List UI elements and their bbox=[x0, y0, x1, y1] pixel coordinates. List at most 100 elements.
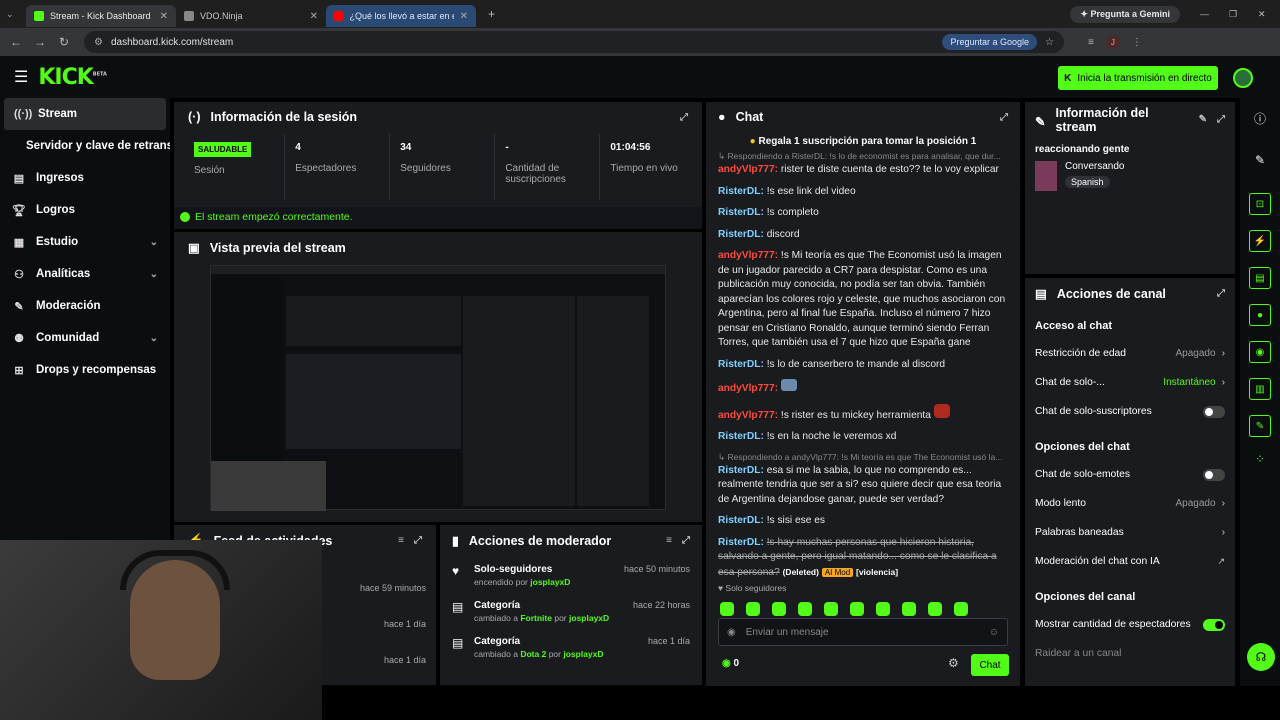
pencil-icon[interactable]: ✎ bbox=[1240, 153, 1280, 167]
sidebar-item-stream[interactable]: ((·)) Stream bbox=[4, 98, 166, 130]
close-icon[interactable]: ✕ bbox=[160, 11, 168, 22]
chat-username[interactable]: andyVlp777: bbox=[718, 164, 778, 175]
sidebar-item-ingresos[interactable]: ▤ Ingresos bbox=[0, 162, 170, 194]
avatar[interactable] bbox=[1233, 68, 1253, 88]
tab-kick-dashboard[interactable]: Stream - Kick Dashboard ✕ bbox=[26, 5, 176, 27]
slow-mode-row[interactable]: Modo lento Apagado › bbox=[1035, 489, 1225, 518]
stat-label: Seguidores bbox=[400, 163, 451, 174]
new-tab-icon[interactable]: + bbox=[488, 7, 495, 21]
wrench-icon[interactable]: ✎ bbox=[1249, 415, 1271, 437]
reload-icon[interactable]: ↻ bbox=[52, 35, 76, 49]
close-icon[interactable]: ✕ bbox=[460, 11, 468, 22]
popout-icon[interactable]: ⤢ bbox=[414, 535, 422, 546]
category-icon: ▤ bbox=[452, 636, 464, 650]
age-restriction-row[interactable]: Restricción de edad Apagado › bbox=[1035, 339, 1225, 368]
chat-username[interactable]: RisterDL: bbox=[718, 186, 764, 197]
subs-chat-toggle[interactable] bbox=[1203, 405, 1225, 418]
sidebar-item-estudio[interactable]: ▦ Estudio ⌄ bbox=[0, 226, 170, 258]
media-icon[interactable]: ≡ bbox=[1088, 37, 1094, 48]
clip-icon[interactable]: ⊡ bbox=[1249, 193, 1271, 215]
apps-icon[interactable]: ⁘ bbox=[1240, 452, 1280, 466]
show-viewers-toggle[interactable] bbox=[1203, 618, 1225, 631]
filter-icon[interactable]: ≡ bbox=[398, 535, 404, 546]
list-icon[interactable]: ▤ bbox=[1249, 267, 1271, 289]
preview-session bbox=[286, 296, 461, 346]
chat-username[interactable]: RisterDL: bbox=[718, 207, 764, 218]
menu-icon[interactable]: ⋮ bbox=[1132, 37, 1142, 48]
followers-chat-row[interactable]: Chat de solo-... Instantáneo › bbox=[1035, 368, 1225, 397]
kick-logo[interactable]: KICKBETA bbox=[38, 65, 107, 90]
edit-icon[interactable]: ✎ bbox=[1199, 114, 1207, 125]
tab-list-icon[interactable]: ⌄ bbox=[6, 9, 26, 20]
profile-icon[interactable]: J bbox=[1105, 35, 1120, 49]
chat-username[interactable]: andyVlp777: bbox=[718, 250, 778, 261]
emote-icon[interactable] bbox=[746, 602, 760, 616]
action-user[interactable]: josplayxD bbox=[563, 649, 603, 659]
site-info-icon[interactable]: ⚙ bbox=[94, 37, 103, 48]
bookmark-star-icon[interactable]: ☆ bbox=[1045, 37, 1054, 48]
chat-username[interactable]: RisterDL: bbox=[718, 515, 764, 526]
settings-gear-icon[interactable]: ⚙ bbox=[948, 656, 959, 670]
emote-icon[interactable] bbox=[720, 602, 734, 616]
emote-icon[interactable] bbox=[772, 602, 786, 616]
shield-icon: ◉ bbox=[727, 626, 736, 638]
ai-mod-row[interactable]: Moderación del chat con IA ↗ bbox=[1035, 547, 1225, 576]
emote-icon[interactable] bbox=[928, 602, 942, 616]
popout-icon[interactable]: ⤢ bbox=[682, 535, 690, 546]
hamburger-menu-icon[interactable]: ☰ bbox=[14, 67, 28, 87]
emote-icon[interactable] bbox=[902, 602, 916, 616]
emote-icon[interactable] bbox=[824, 602, 838, 616]
filter-icon[interactable]: ≡ bbox=[666, 535, 672, 546]
emote-icon[interactable] bbox=[876, 602, 890, 616]
popout-icon[interactable]: ⤢ bbox=[1217, 114, 1225, 125]
chat-username[interactable]: andyVlp777: bbox=[718, 383, 778, 394]
tab-vdo-ninja[interactable]: VDO.Ninja ✕ bbox=[176, 5, 326, 27]
support-button[interactable]: ☊ bbox=[1247, 643, 1275, 671]
maximize-icon[interactable]: ❐ bbox=[1229, 9, 1237, 20]
sidebar-item-analiticas[interactable]: ⚇ Analíticas ⌄ bbox=[0, 258, 170, 290]
popout-icon[interactable]: ⤢ bbox=[680, 112, 688, 123]
send-chat-button[interactable]: Chat bbox=[971, 654, 1009, 676]
popout-icon[interactable]: ⤢ bbox=[1000, 112, 1008, 123]
tab-youtube[interactable]: ¿Qué los llevó a estar en el infie ✕ bbox=[326, 5, 476, 27]
sidebar-item-drops[interactable]: ⊞ Drops y recompensas bbox=[0, 354, 170, 386]
emote-icon[interactable] bbox=[798, 602, 812, 616]
emote-icon[interactable] bbox=[850, 602, 864, 616]
channel-icon[interactable]: ▥ bbox=[1249, 378, 1271, 400]
pinned-message[interactable]: ● Regala 1 suscripción para tomar la pos… bbox=[718, 136, 1008, 147]
ask-google-button[interactable]: Preguntar a Google bbox=[942, 34, 1038, 50]
back-icon[interactable]: ← bbox=[4, 35, 28, 49]
action-user[interactable]: josplayxD bbox=[530, 577, 570, 587]
close-icon[interactable]: ✕ bbox=[310, 11, 318, 22]
broadcast-icon[interactable]: ◉ bbox=[1249, 341, 1271, 363]
forward-icon[interactable]: → bbox=[28, 35, 52, 49]
chat-input[interactable]: ◉ Enviar un mensaje ☺ bbox=[718, 618, 1008, 646]
chat-icon[interactable]: ● bbox=[1249, 304, 1271, 326]
gemini-button[interactable]: ✦ Pregunta a Gemini bbox=[1070, 5, 1180, 23]
channel-points[interactable]: ◉ 0 bbox=[722, 658, 739, 669]
sidebar-item-comunidad[interactable]: ⚉ Comunidad ⌄ bbox=[0, 322, 170, 354]
chat-username[interactable]: RisterDL: bbox=[718, 465, 764, 476]
chat-username[interactable]: RisterDL: bbox=[718, 431, 764, 442]
popout-icon[interactable]: ⤢ bbox=[1217, 288, 1225, 299]
emoji-icon[interactable]: ☺ bbox=[989, 627, 999, 638]
url-field[interactable]: ⚙ dashboard.kick.com/stream Preguntar a … bbox=[84, 31, 1064, 53]
chat-username[interactable]: RisterDL: bbox=[718, 229, 764, 240]
sidebar-item-moderacion[interactable]: ✎ Moderación bbox=[0, 290, 170, 322]
emote-icon[interactable] bbox=[954, 602, 968, 616]
bolt-icon[interactable]: ⚡ bbox=[1249, 230, 1271, 252]
stream-preview-video[interactable] bbox=[210, 265, 666, 511]
window-close-icon[interactable]: ✕ bbox=[1258, 9, 1266, 20]
sidebar-item-server-key[interactable]: Servidor y clave de retransm bbox=[0, 130, 170, 162]
go-live-button[interactable]: K Inicia la transmisión en directo bbox=[1058, 66, 1218, 90]
action-user[interactable]: josplayxD bbox=[569, 613, 609, 623]
chat-username[interactable]: RisterDL: bbox=[718, 537, 764, 548]
banned-words-row[interactable]: Palabras baneadas › bbox=[1035, 518, 1225, 547]
emotes-chat-toggle[interactable] bbox=[1203, 468, 1225, 481]
sidebar-item-logros[interactable]: 🏆︎ Logros bbox=[0, 194, 170, 226]
chat-username[interactable]: andyVlp777: bbox=[718, 410, 778, 421]
minimize-icon[interactable]: — bbox=[1200, 9, 1209, 19]
info-icon[interactable]: ⓘ bbox=[1240, 110, 1280, 127]
chat-username[interactable]: RisterDL: bbox=[718, 359, 764, 370]
raid-row[interactable]: Raidear a un canal bbox=[1035, 639, 1225, 668]
